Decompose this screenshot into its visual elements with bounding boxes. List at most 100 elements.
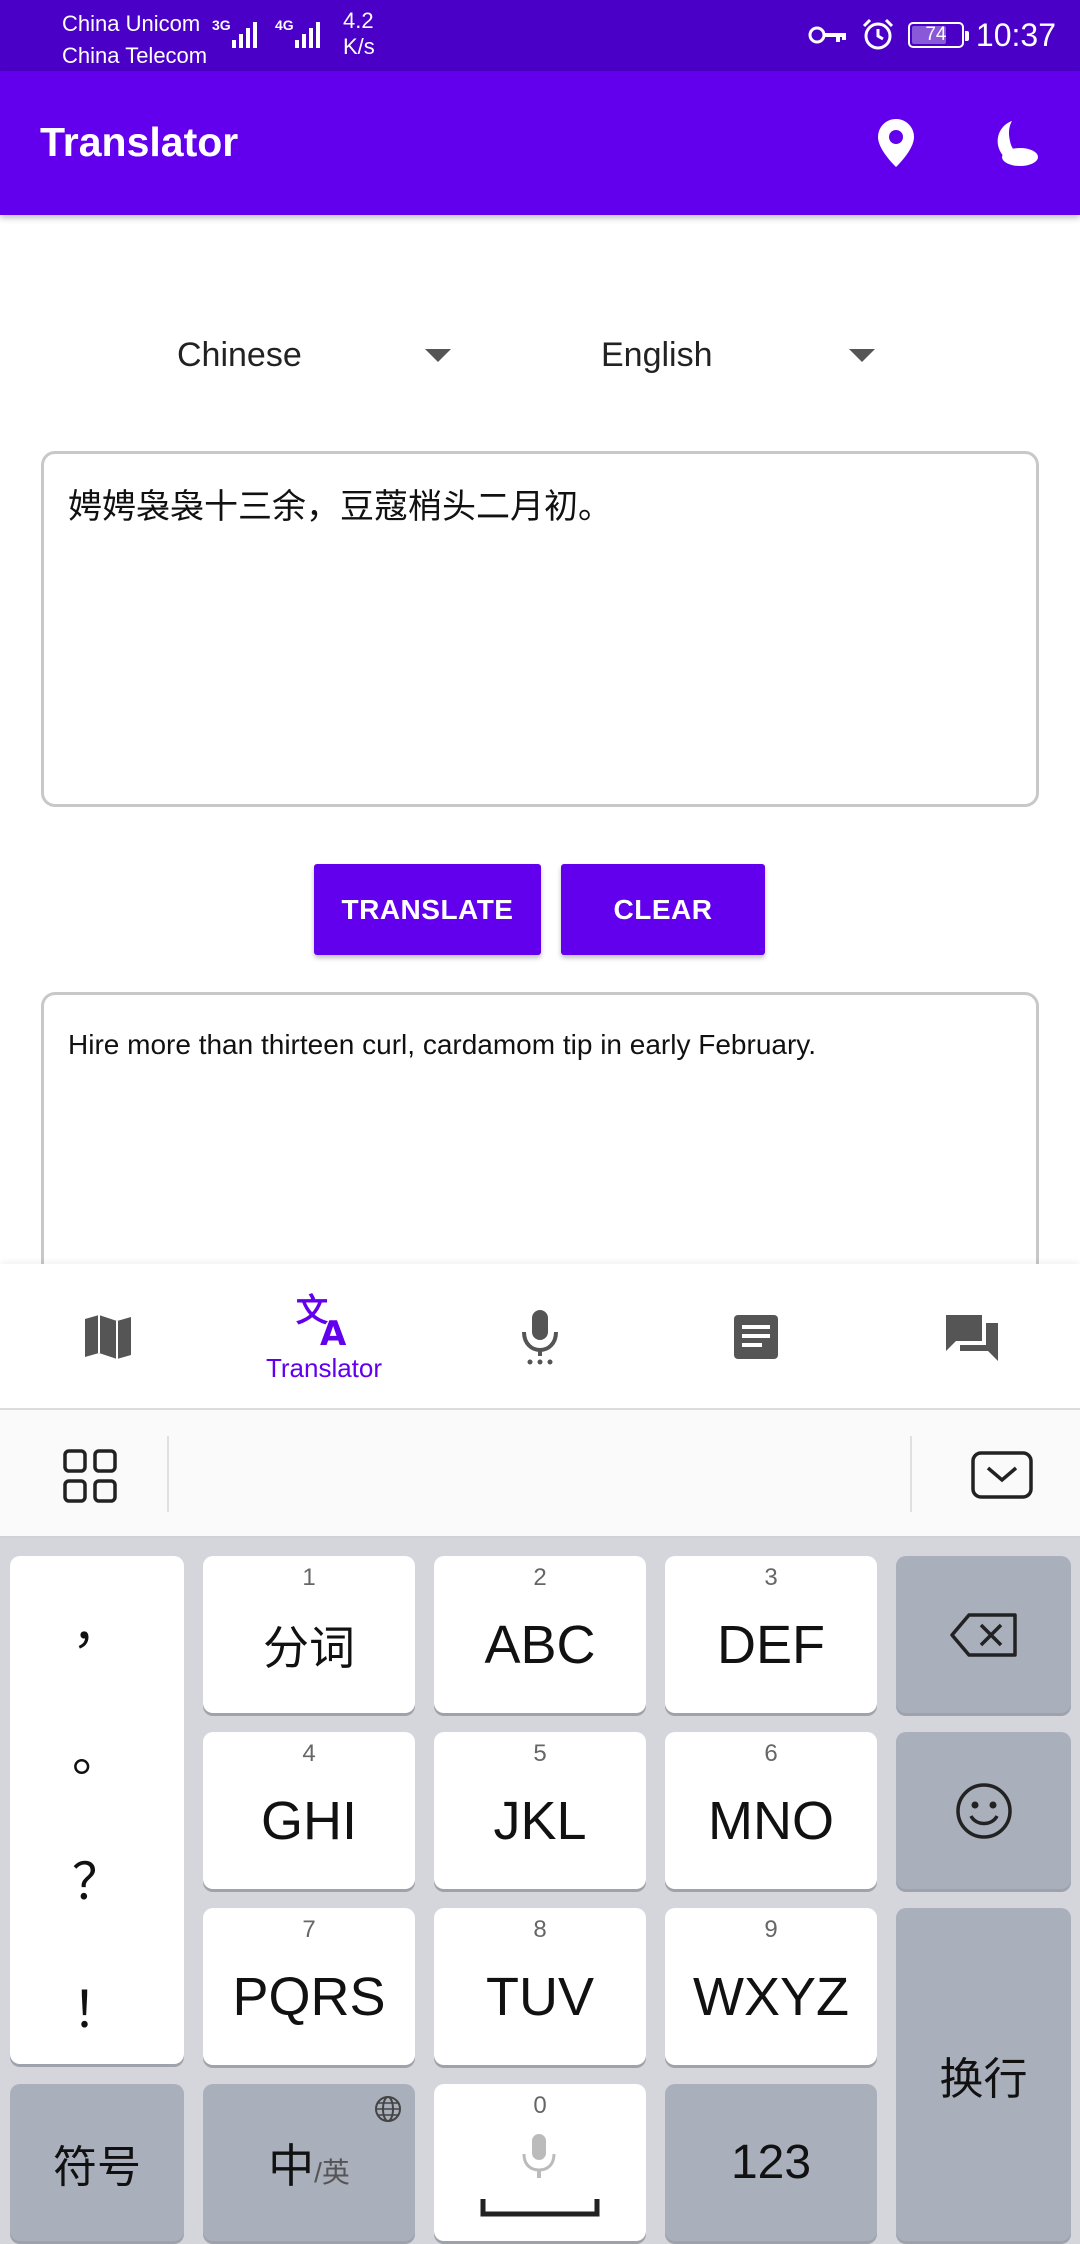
punct-question[interactable]: ？ <box>10 1842 184 1914</box>
location-button[interactable] <box>866 113 926 173</box>
network-speed: 4.2 K/s <box>343 8 375 60</box>
punct-comma[interactable]: ， <box>10 1586 184 1658</box>
source-language-select[interactable]: Chinese <box>177 320 457 390</box>
symbols-key[interactable]: 符号 <box>10 2084 184 2241</box>
key-label: TUV <box>486 1966 594 2027</box>
key-label: WXYZ <box>693 1966 849 2027</box>
target-language-label: English <box>601 335 713 374</box>
nav-item-voice[interactable] <box>432 1264 648 1410</box>
carrier-1: China Unicom <box>62 11 201 36</box>
key-number: 1 <box>302 1564 316 1591</box>
network-type-2: 4G <box>275 17 294 33</box>
carrier-2: China Telecom <box>62 43 208 68</box>
battery-level: 74 <box>925 24 947 45</box>
nav-item-translator[interactable]: 文 A Translator <box>216 1264 432 1410</box>
voice-input-icon <box>522 2134 556 2178</box>
translate-icon: 文 A <box>296 1291 347 1347</box>
battery-icon: 74 <box>907 22 969 48</box>
globe-icon <box>375 2096 401 2122</box>
key-label: GHI <box>260 1790 357 1851</box>
key-number: 3 <box>764 1564 778 1591</box>
source-text: 娉娉袅袅十三余，豆蔻梢头二月初。 <box>68 488 612 526</box>
key-number: 2 <box>533 1564 547 1591</box>
bottom-navigation: 文 A Translator <box>0 1264 1080 1410</box>
keyboard-toolbar <box>0 1410 1080 1538</box>
t9-keyboard: ， 。 ？ ！ 1 分词 2 ABC 3 DEF 4 GHI 5 JKL 6 M… <box>0 1538 1080 2244</box>
result-text: Hire more than thirteen curl, cardamom t… <box>68 1029 816 1060</box>
emoji-key[interactable] <box>896 1732 1071 1889</box>
carrier-names: China Unicom China Telecom <box>62 8 207 72</box>
key-label: PQRS <box>232 1966 386 2027</box>
dropdown-caret-icon <box>425 349 451 362</box>
document-icon <box>734 1315 778 1359</box>
backspace-icon <box>949 1612 1017 1657</box>
emoji-icon <box>955 1782 1012 1839</box>
key-9[interactable]: 9 WXYZ <box>665 1908 877 2065</box>
toolbar-divider <box>910 1436 912 1512</box>
key-number: 7 <box>302 1916 316 1943</box>
key-number: 4 <box>302 1740 316 1767</box>
key-3[interactable]: 3 DEF <box>665 1556 877 1713</box>
network-type-1: 3G <box>212 17 231 33</box>
night-mode-icon <box>997 121 1038 166</box>
key-number: 5 <box>533 1740 547 1767</box>
key-label: DEF <box>717 1614 825 1675</box>
space-bar-icon <box>480 2199 600 2217</box>
space-key[interactable]: 0 <box>434 2084 646 2241</box>
signal-icon <box>295 18 320 48</box>
numbers-label: 123 <box>730 2136 812 2189</box>
key-number: 8 <box>533 1916 547 1943</box>
symbols-label: 符号 <box>53 2142 141 2192</box>
clock: 10:37 <box>975 16 1056 53</box>
key-8[interactable]: 8 TUV <box>434 1908 646 2065</box>
lang-sub-label: /英 <box>314 2156 350 2188</box>
numbers-key[interactable]: 123 <box>665 2084 877 2241</box>
nav-item-notes[interactable] <box>648 1264 864 1410</box>
translate-button[interactable]: TRANSLATE <box>314 864 541 955</box>
enter-key[interactable]: 换行 <box>896 1908 1071 2241</box>
app-bar: Translator <box>0 71 1080 215</box>
speed-unit: K/s <box>343 34 375 59</box>
key-2[interactable]: 2 ABC <box>434 1556 646 1713</box>
key-number: 0 <box>533 2092 547 2119</box>
punct-exclaim[interactable]: ！ <box>10 1970 184 2042</box>
dropdown-caret-icon <box>849 349 875 362</box>
nav-label-translator: Translator <box>265 1352 383 1383</box>
key-1[interactable]: 1 分词 <box>203 1556 415 1713</box>
key-icon <box>808 26 846 44</box>
toolbar-divider <box>167 1436 169 1512</box>
key-5[interactable]: 5 JKL <box>434 1732 646 1889</box>
nav-item-map[interactable] <box>0 1264 216 1410</box>
target-language-select[interactable]: English <box>601 320 881 390</box>
language-switch-key[interactable]: 中/英 <box>203 2084 415 2241</box>
location-pin-icon <box>878 119 914 167</box>
alarm-icon <box>862 18 893 50</box>
key-6[interactable]: 6 MNO <box>665 1732 877 1889</box>
punct-period[interactable]: 。 <box>10 1714 184 1786</box>
svg-text:A: A <box>320 1314 347 1347</box>
night-mode-button[interactable] <box>984 113 1044 173</box>
collapse-keyboard-icon <box>971 1451 1033 1499</box>
key-4[interactable]: 4 GHI <box>203 1732 415 1889</box>
keyboard-menu-button[interactable] <box>62 1448 118 1509</box>
speed-value: 4.2 <box>343 8 374 33</box>
lang-main-label: 中 <box>268 2139 315 2192</box>
grid-menu-icon <box>63 1449 117 1503</box>
microphone-icon <box>522 1310 558 1365</box>
key-label: 分词 <box>263 1621 355 1674</box>
source-text-input[interactable]: 娉娉袅袅十三余，豆蔻梢头二月初。 <box>41 451 1039 807</box>
key-7[interactable]: 7 PQRS <box>203 1908 415 2065</box>
key-label: MNO <box>708 1790 834 1851</box>
key-number: 9 <box>764 1916 778 1943</box>
key-label: ABC <box>484 1614 596 1675</box>
clear-button[interactable]: CLEAR <box>561 864 765 955</box>
signal-icon <box>232 18 257 48</box>
collapse-keyboard-button[interactable] <box>970 1450 1034 1505</box>
enter-label: 换行 <box>939 2054 1028 2104</box>
backspace-key[interactable] <box>896 1556 1071 1713</box>
map-icon <box>85 1315 131 1359</box>
status-bar: China Unicom China Telecom 3G 4G 4.2 K/s… <box>0 0 1080 71</box>
key-number: 6 <box>764 1740 778 1767</box>
punctuation-column[interactable]: ， 。 ？ ！ <box>10 1556 184 2064</box>
nav-item-chat[interactable] <box>864 1264 1080 1410</box>
